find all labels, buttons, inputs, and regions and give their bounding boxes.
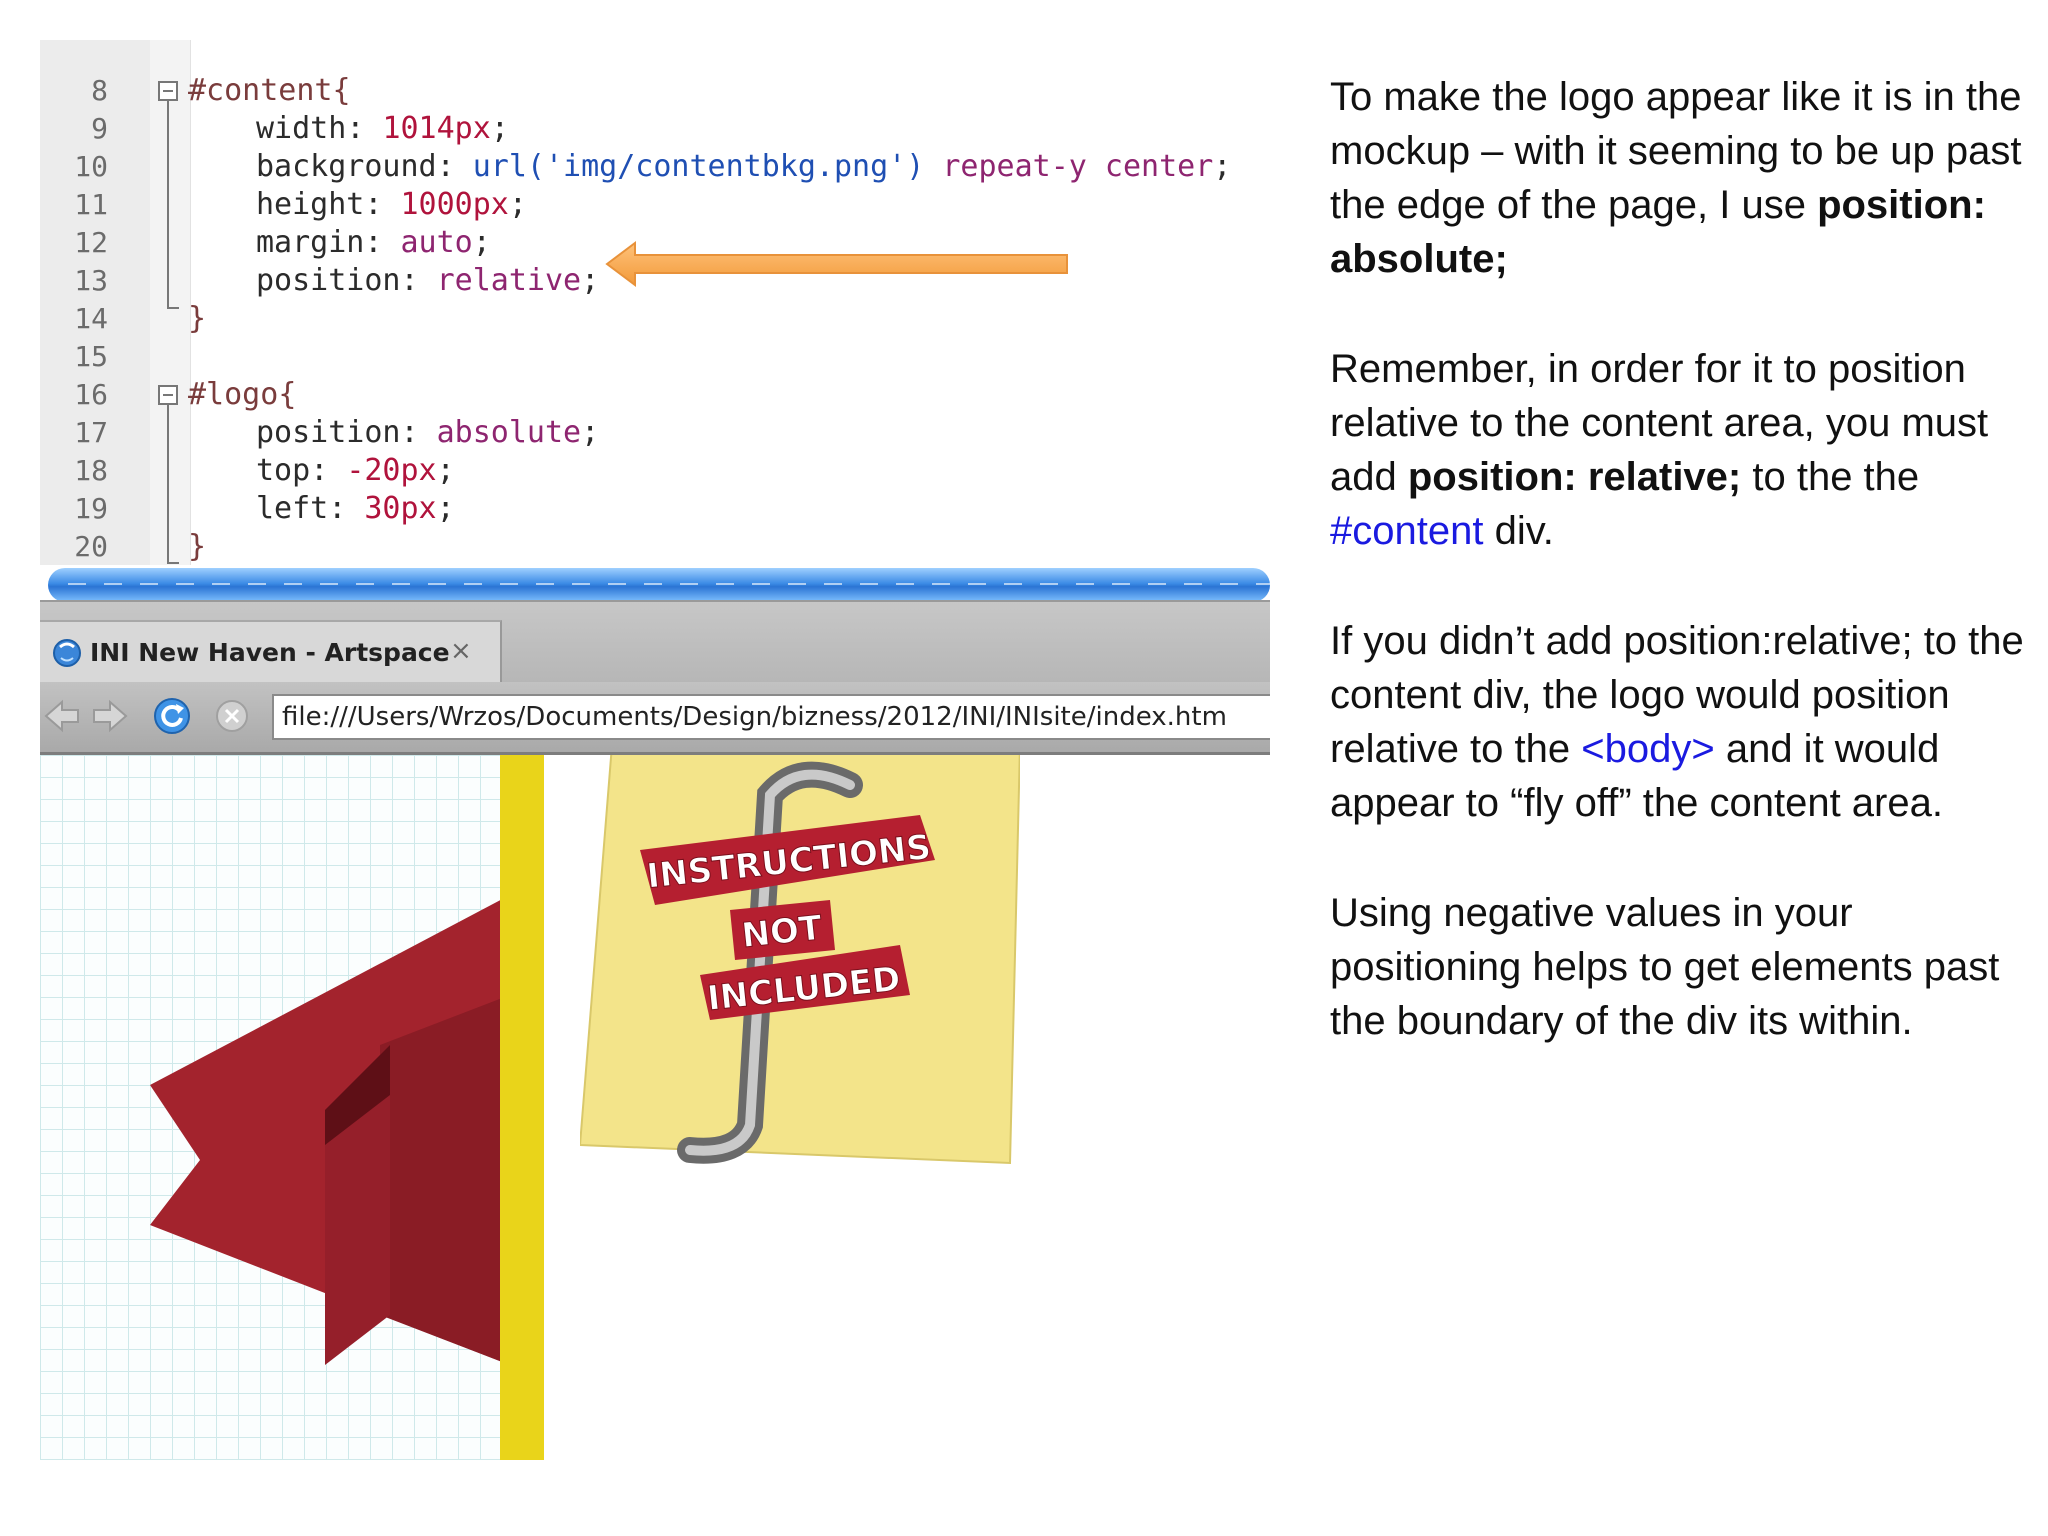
bold-code: position: relative; [1407, 455, 1742, 499]
code-line: margin: auto; [256, 225, 491, 260]
line-number: 16 [74, 378, 108, 411]
url-input[interactable]: file:///Users/Wrzos/Documents/Design/biz… [272, 694, 1270, 740]
tutorial-screenshot: 8 9 10 11 12 13 14 15 16 17 18 19 20 #co… [40, 40, 1270, 1460]
line-number: 11 [74, 188, 108, 221]
tab-close-icon[interactable]: × [450, 636, 472, 666]
forward-arrow-icon[interactable] [90, 696, 130, 736]
code-line: background: url('img/contentbkg.png') re… [256, 149, 1232, 184]
webpage-viewport: INSTRUCTIONS NOT INCLUDED [40, 755, 1270, 1460]
code-line: } [188, 301, 207, 336]
paragraph-absolute: To make the logo appear like it is in th… [1330, 75, 2022, 281]
line-number: 10 [74, 150, 108, 183]
line-number: 20 [74, 530, 108, 563]
tab-bar: INI New Haven - Artspace × [40, 600, 1270, 686]
line-number: 19 [74, 492, 108, 525]
tab-title: INI New Haven - Artspace [90, 638, 450, 667]
paragraph-relative: Remember, in order for it to position re… [1330, 347, 1989, 553]
code-line: } [188, 529, 207, 564]
globe-icon [53, 639, 81, 667]
line-number: 12 [74, 226, 108, 259]
fold-guide-end [167, 562, 179, 564]
code-line: height: 1000px; [256, 187, 527, 222]
line-number: 8 [91, 74, 108, 107]
stop-icon[interactable] [212, 696, 252, 736]
line-number: 9 [91, 112, 108, 145]
progress-bar [48, 568, 1270, 602]
code-line: left: 30px; [256, 491, 455, 526]
reload-icon[interactable] [152, 696, 192, 736]
code-line: #logo{ [188, 377, 297, 412]
line-number: 18 [74, 454, 108, 487]
instructions-not-included-logo: INSTRUCTIONS NOT INCLUDED [580, 755, 1020, 1165]
fold-guide-end [167, 307, 179, 309]
line-number-gutter: 8 9 10 11 12 13 14 15 16 17 18 19 20 [40, 40, 150, 565]
paragraph-body: If you didn’t add position:relative; to … [1330, 619, 2024, 825]
fold-guide [167, 405, 169, 563]
logo-word: NOT [740, 908, 825, 956]
content-link[interactable]: #content [1330, 509, 1483, 553]
url-text: file:///Users/Wrzos/Documents/Design/biz… [282, 702, 1227, 732]
paragraph-negative: Using negative values in your positionin… [1330, 891, 2000, 1043]
line-number: 14 [74, 302, 108, 335]
line-number: 17 [74, 416, 108, 449]
code-line: width: 1014px; [256, 111, 509, 146]
fold-column [150, 40, 191, 565]
red-ribbon-graphic [150, 895, 510, 1365]
code-line: top: -20px; [256, 453, 455, 488]
code-line: position: absolute; [256, 415, 600, 450]
fold-toggle[interactable] [158, 81, 178, 101]
code-editor[interactable]: 8 9 10 11 12 13 14 15 16 17 18 19 20 #co… [40, 40, 1270, 565]
line-number: 13 [74, 264, 108, 297]
back-arrow-icon[interactable] [42, 696, 82, 736]
code-line: position: relative; [256, 263, 600, 298]
arrow-left-icon [605, 241, 1068, 287]
navigation-toolbar: file:///Users/Wrzos/Documents/Design/biz… [40, 682, 1270, 755]
browser-window: INI New Haven - Artspace × file:///Users… [40, 600, 1270, 1460]
yellow-stripe [500, 755, 544, 1460]
fold-toggle[interactable] [158, 385, 178, 405]
body-link[interactable]: <body> [1581, 727, 1714, 771]
browser-tab[interactable]: INI New Haven - Artspace × [40, 620, 502, 686]
fold-guide [167, 101, 169, 308]
code-line: #content{ [188, 73, 351, 108]
line-number: 15 [74, 340, 108, 373]
explanation-panel: To make the logo appear like it is in th… [1330, 70, 2030, 1104]
